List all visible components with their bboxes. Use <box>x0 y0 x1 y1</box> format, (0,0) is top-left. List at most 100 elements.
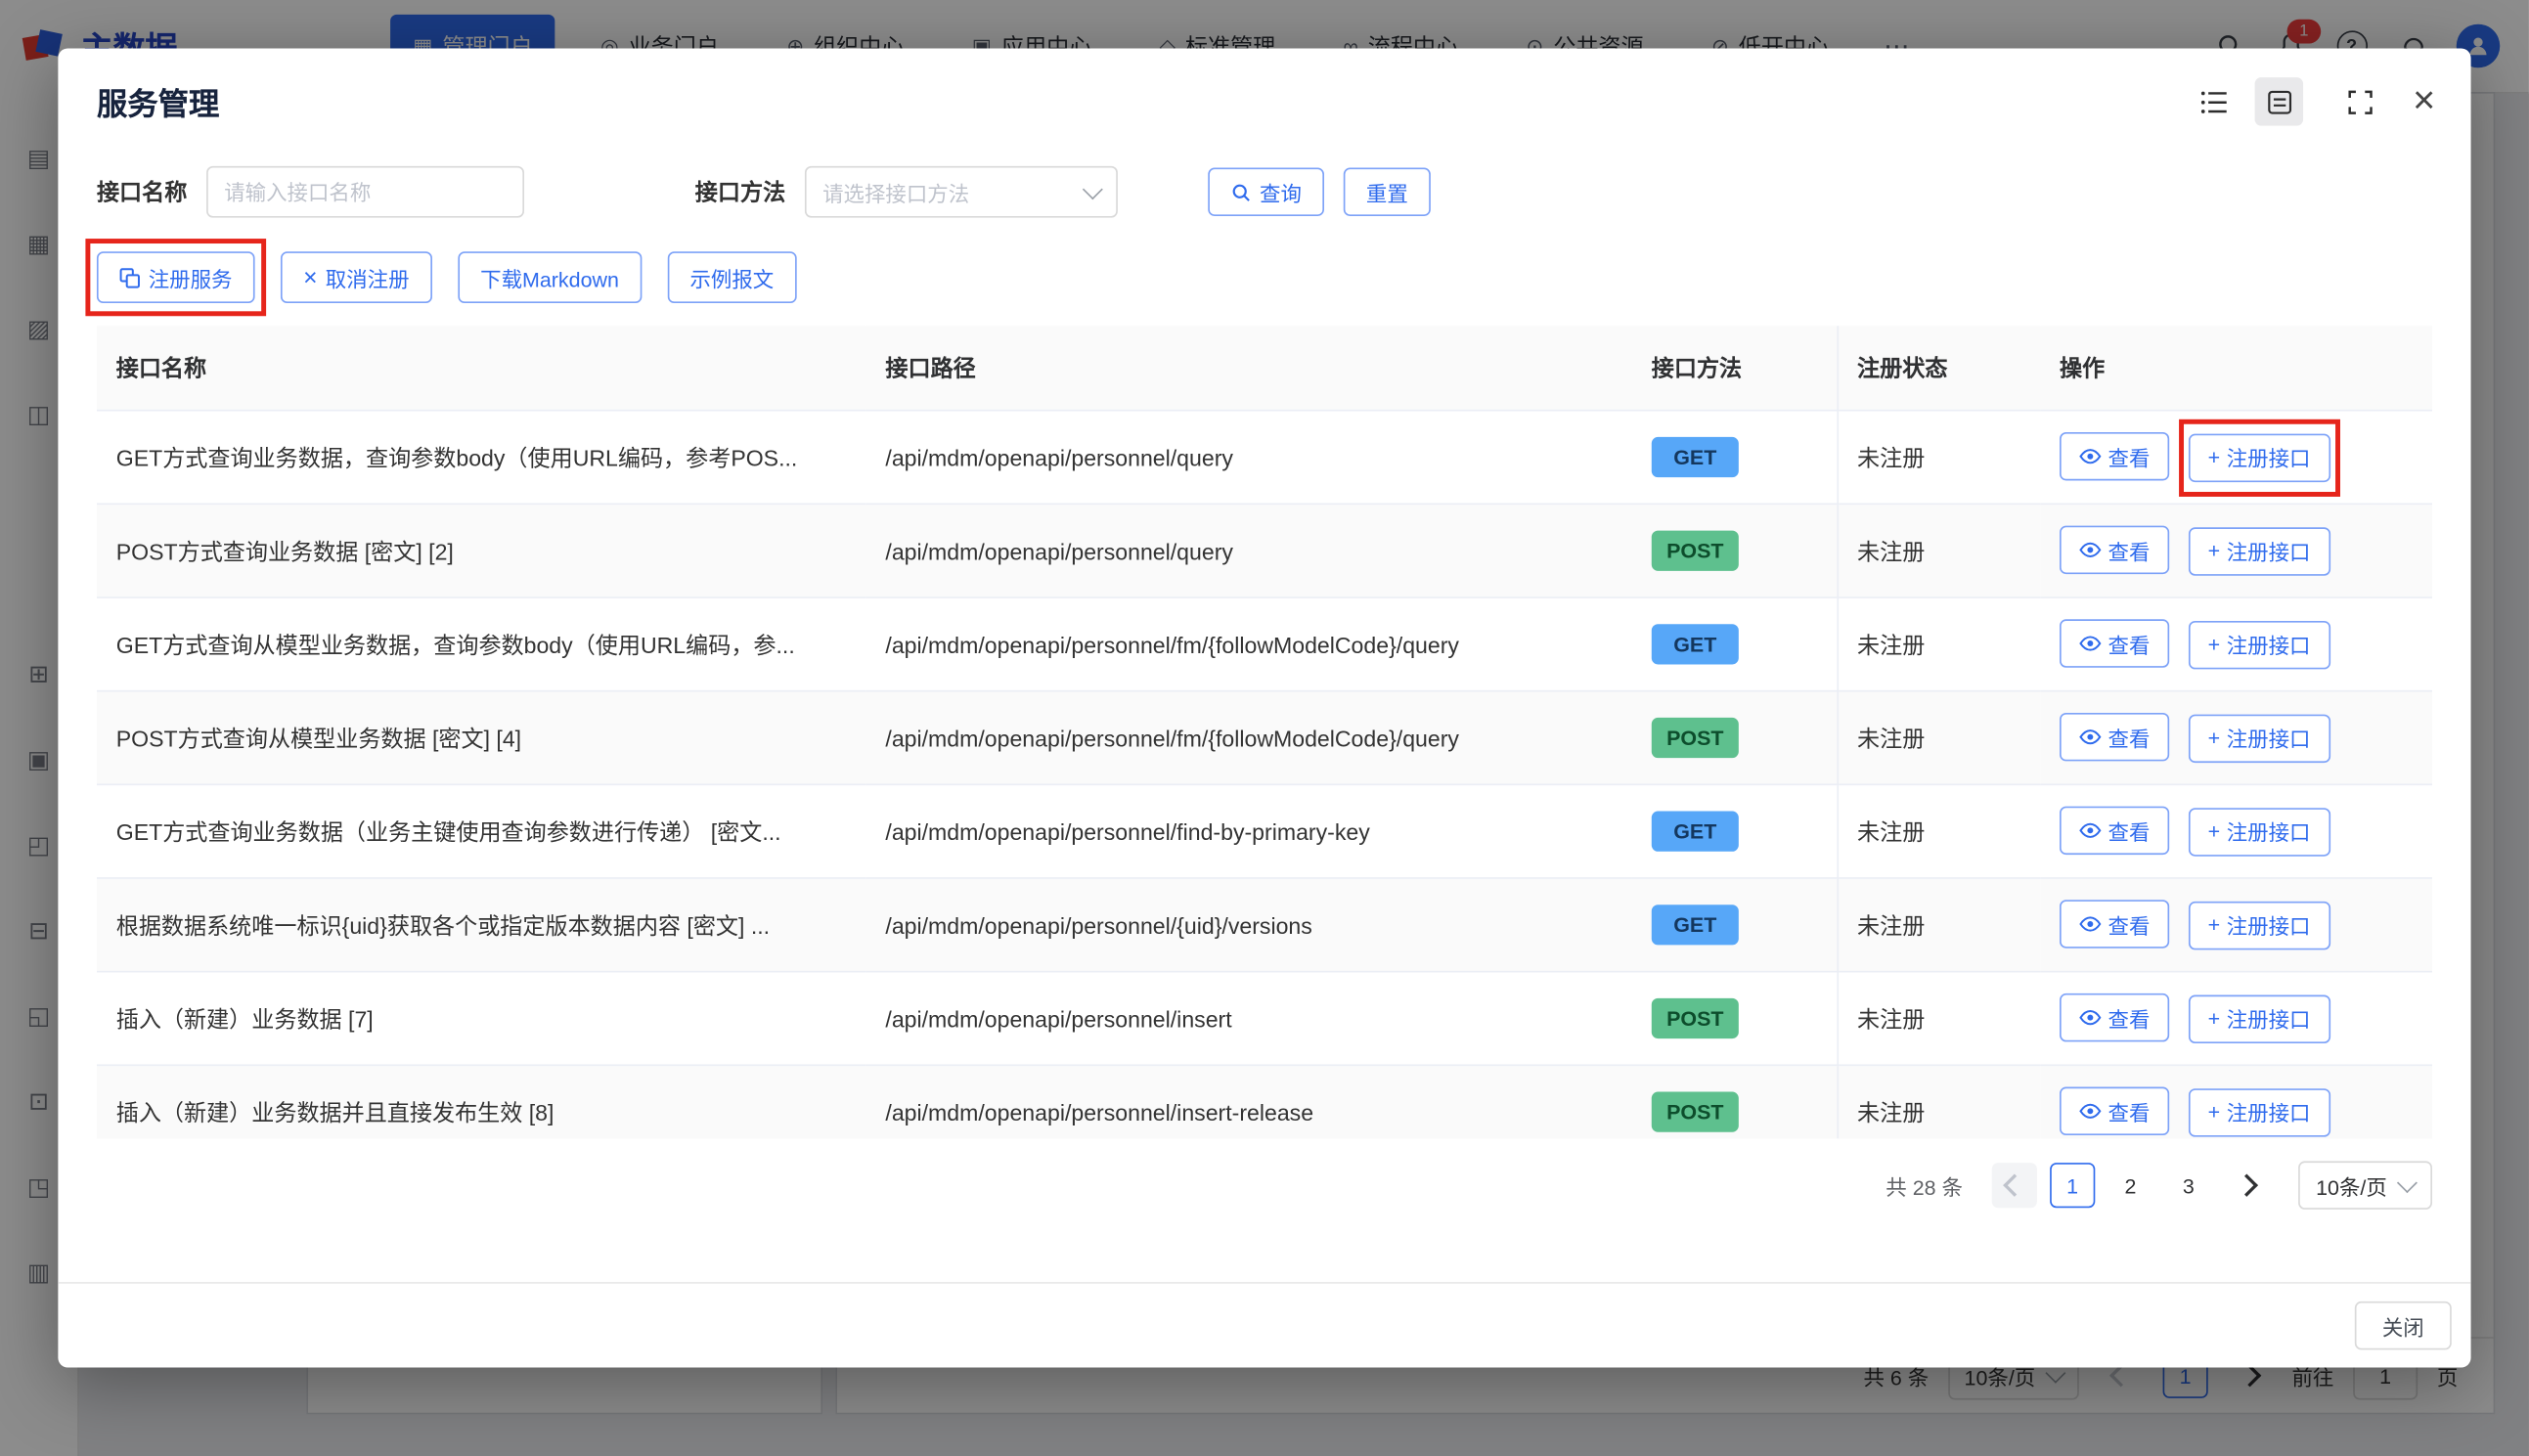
plus-icon: + <box>2208 727 2221 751</box>
table-row[interactable]: 根据数据系统唯一标识{uid}获取各个或指定版本数据内容 [密文] ... /a… <box>97 878 2432 972</box>
view-button[interactable]: 查看 <box>2060 620 2169 668</box>
register-api-button[interactable]: +注册接口 <box>2189 433 2329 481</box>
api-method-select[interactable]: 请选择接口方法 <box>805 166 1118 218</box>
view-button[interactable]: 查看 <box>2060 901 2169 949</box>
modal-header: 服务管理 × <box>58 48 2470 125</box>
plus-icon: + <box>2208 446 2221 470</box>
cancel-register-button[interactable]: × 取消注册 <box>281 251 432 303</box>
register-status: 未注册 <box>1837 691 2040 785</box>
register-api-button[interactable]: +注册接口 <box>2189 1088 2329 1136</box>
register-api-button[interactable]: +注册接口 <box>2189 527 2329 575</box>
api-name: 根据数据系统唯一标识{uid}获取各个或指定版本数据内容 [密文] ... <box>97 878 866 972</box>
service-management-modal: 服务管理 × 接口名称 接口方法 请选择接口方法 <box>58 48 2470 1367</box>
eye-icon <box>2079 916 2102 932</box>
page-3-button[interactable]: 3 <box>2166 1163 2211 1208</box>
method-badge: POST <box>1652 718 1739 758</box>
magnifier-icon <box>1230 182 1251 202</box>
x-icon: × <box>303 265 317 289</box>
method-badge: GET <box>1652 437 1739 477</box>
table-row[interactable]: POST方式查询业务数据 [密文] [2] /api/mdm/openapi/p… <box>97 504 2432 597</box>
modal-footer: 关闭 <box>58 1282 2470 1367</box>
api-name: GET方式查询从模型业务数据，查询参数body（使用URL编码，参... <box>97 597 866 691</box>
list-view-icon[interactable] <box>2191 77 2239 125</box>
register-api-button[interactable]: +注册接口 <box>2189 901 2329 949</box>
register-icon <box>119 267 140 287</box>
view-button[interactable]: 查看 <box>2060 713 2169 761</box>
header-api-method: 接口方法 <box>1632 326 1837 411</box>
filter-buttons: 查询 重置 <box>1208 168 1431 216</box>
total-count: 共 28 条 <box>1886 1169 1963 1200</box>
register-status: 未注册 <box>1837 1065 2040 1138</box>
page-size-select[interactable]: 10条/页 <box>2298 1161 2432 1209</box>
table-row[interactable]: GET方式查询业务数据（业务主键使用查询参数进行传递） [密文... /api/… <box>97 784 2432 878</box>
eye-icon <box>2079 729 2102 745</box>
table-row[interactable]: POST方式查询从模型业务数据 [密文] [4] /api/mdm/openap… <box>97 691 2432 785</box>
reset-button[interactable]: 重置 <box>1344 168 1431 216</box>
plus-icon: + <box>2208 539 2221 563</box>
chevron-down-icon <box>1083 178 1103 199</box>
page-2-button[interactable]: 2 <box>2108 1163 2152 1208</box>
eye-icon <box>2079 1103 2102 1119</box>
plus-icon: + <box>2208 633 2221 657</box>
register-status: 未注册 <box>1837 411 2040 505</box>
register-status: 未注册 <box>1837 878 2040 972</box>
close-icon[interactable]: × <box>2400 77 2448 125</box>
next-page-button[interactable] <box>2224 1163 2269 1208</box>
register-api-button[interactable]: +注册接口 <box>2189 714 2329 762</box>
register-api-button[interactable]: +注册接口 <box>2189 621 2329 669</box>
plus-icon: + <box>2208 913 2221 938</box>
method-badge: POST <box>1652 1092 1739 1132</box>
card-view-icon[interactable] <box>2255 77 2303 125</box>
view-button[interactable]: 查看 <box>2060 432 2169 480</box>
prev-page-button[interactable] <box>1992 1163 2037 1208</box>
register-status: 未注册 <box>1837 597 2040 691</box>
table-row[interactable]: GET方式查询从模型业务数据，查询参数body（使用URL编码，参... /ap… <box>97 597 2432 691</box>
api-name-input[interactable] <box>206 166 524 218</box>
chevron-down-icon <box>2397 1171 2418 1192</box>
download-markdown-button[interactable]: 下载Markdown <box>458 251 642 303</box>
page-1-button[interactable]: 1 <box>2050 1163 2095 1208</box>
method-badge: GET <box>1652 624 1739 664</box>
example-message-button[interactable]: 示例报文 <box>667 251 796 303</box>
view-button[interactable]: 查看 <box>2060 807 2169 855</box>
method-badge: POST <box>1652 998 1739 1038</box>
register-status: 未注册 <box>1837 504 2040 597</box>
register-service-button[interactable]: 注册服务 <box>97 251 255 303</box>
view-button[interactable]: 查看 <box>2060 526 2169 574</box>
plus-icon: + <box>2208 1100 2221 1125</box>
register-api-button[interactable]: +注册接口 <box>2189 994 2329 1042</box>
api-path: /api/mdm/openapi/personnel/query <box>866 411 1632 505</box>
table-row[interactable]: 插入（新建）业务数据并且直接发布生效 [8] /api/mdm/openapi/… <box>97 1065 2432 1138</box>
api-path: /api/mdm/openapi/personnel/insert-releas… <box>866 1065 1632 1138</box>
view-button[interactable]: 查看 <box>2060 993 2169 1041</box>
modal-header-icons: × <box>2174 77 2448 125</box>
close-modal-button[interactable]: 关闭 <box>2355 1302 2452 1349</box>
action-row: 注册服务 × 取消注册 下载Markdown 示例报文 <box>58 251 2470 303</box>
register-status: 未注册 <box>1837 972 2040 1066</box>
eye-icon <box>2079 636 2102 651</box>
view-button[interactable]: 查看 <box>2060 1087 2169 1135</box>
api-name: POST方式查询从模型业务数据 [密文] [4] <box>97 691 866 785</box>
api-path: /api/mdm/openapi/personnel/find-by-prima… <box>866 784 1632 878</box>
register-api-button[interactable]: +注册接口 <box>2189 808 2329 856</box>
api-path: /api/mdm/openapi/personnel/insert <box>866 972 1632 1066</box>
api-name-label: 接口名称 <box>97 176 187 208</box>
header-operations: 操作 <box>2040 326 2432 411</box>
table-row[interactable]: GET方式查询业务数据，查询参数body（使用URL编码，参考POS... /a… <box>97 411 2432 505</box>
api-name: GET方式查询业务数据（业务主键使用查询参数进行传递） [密文... <box>97 784 866 878</box>
api-name: POST方式查询业务数据 [密文] [2] <box>97 504 866 597</box>
table-row[interactable]: 插入（新建）业务数据 [7] /api/mdm/openapi/personne… <box>97 972 2432 1066</box>
api-table-container: 接口名称 接口路径 接口方法 注册状态 操作 GET方式查询业务数据，查询参数b… <box>97 326 2432 1138</box>
search-button[interactable]: 查询 <box>1208 168 1324 216</box>
method-badge: GET <box>1652 812 1739 852</box>
modal-title: 服务管理 <box>97 80 219 124</box>
eye-icon <box>2079 823 2102 839</box>
eye-icon <box>2079 543 2102 558</box>
fullscreen-icon[interactable] <box>2335 77 2383 125</box>
api-path: /api/mdm/openapi/personnel/fm/{followMod… <box>866 691 1632 785</box>
modal-pagination: 共 28 条 1 2 3 10条/页 <box>58 1138 2470 1210</box>
header-api-path: 接口路径 <box>866 326 1632 411</box>
header-register-status: 注册状态 <box>1837 326 2040 411</box>
method-badge: POST <box>1652 531 1739 571</box>
screen: 主数据 ▦ 管理门户 ◎ 业务门户 ⊕ 组织中心 ▣ 应用中心 ◇ 标准管理 <box>0 0 2529 1456</box>
